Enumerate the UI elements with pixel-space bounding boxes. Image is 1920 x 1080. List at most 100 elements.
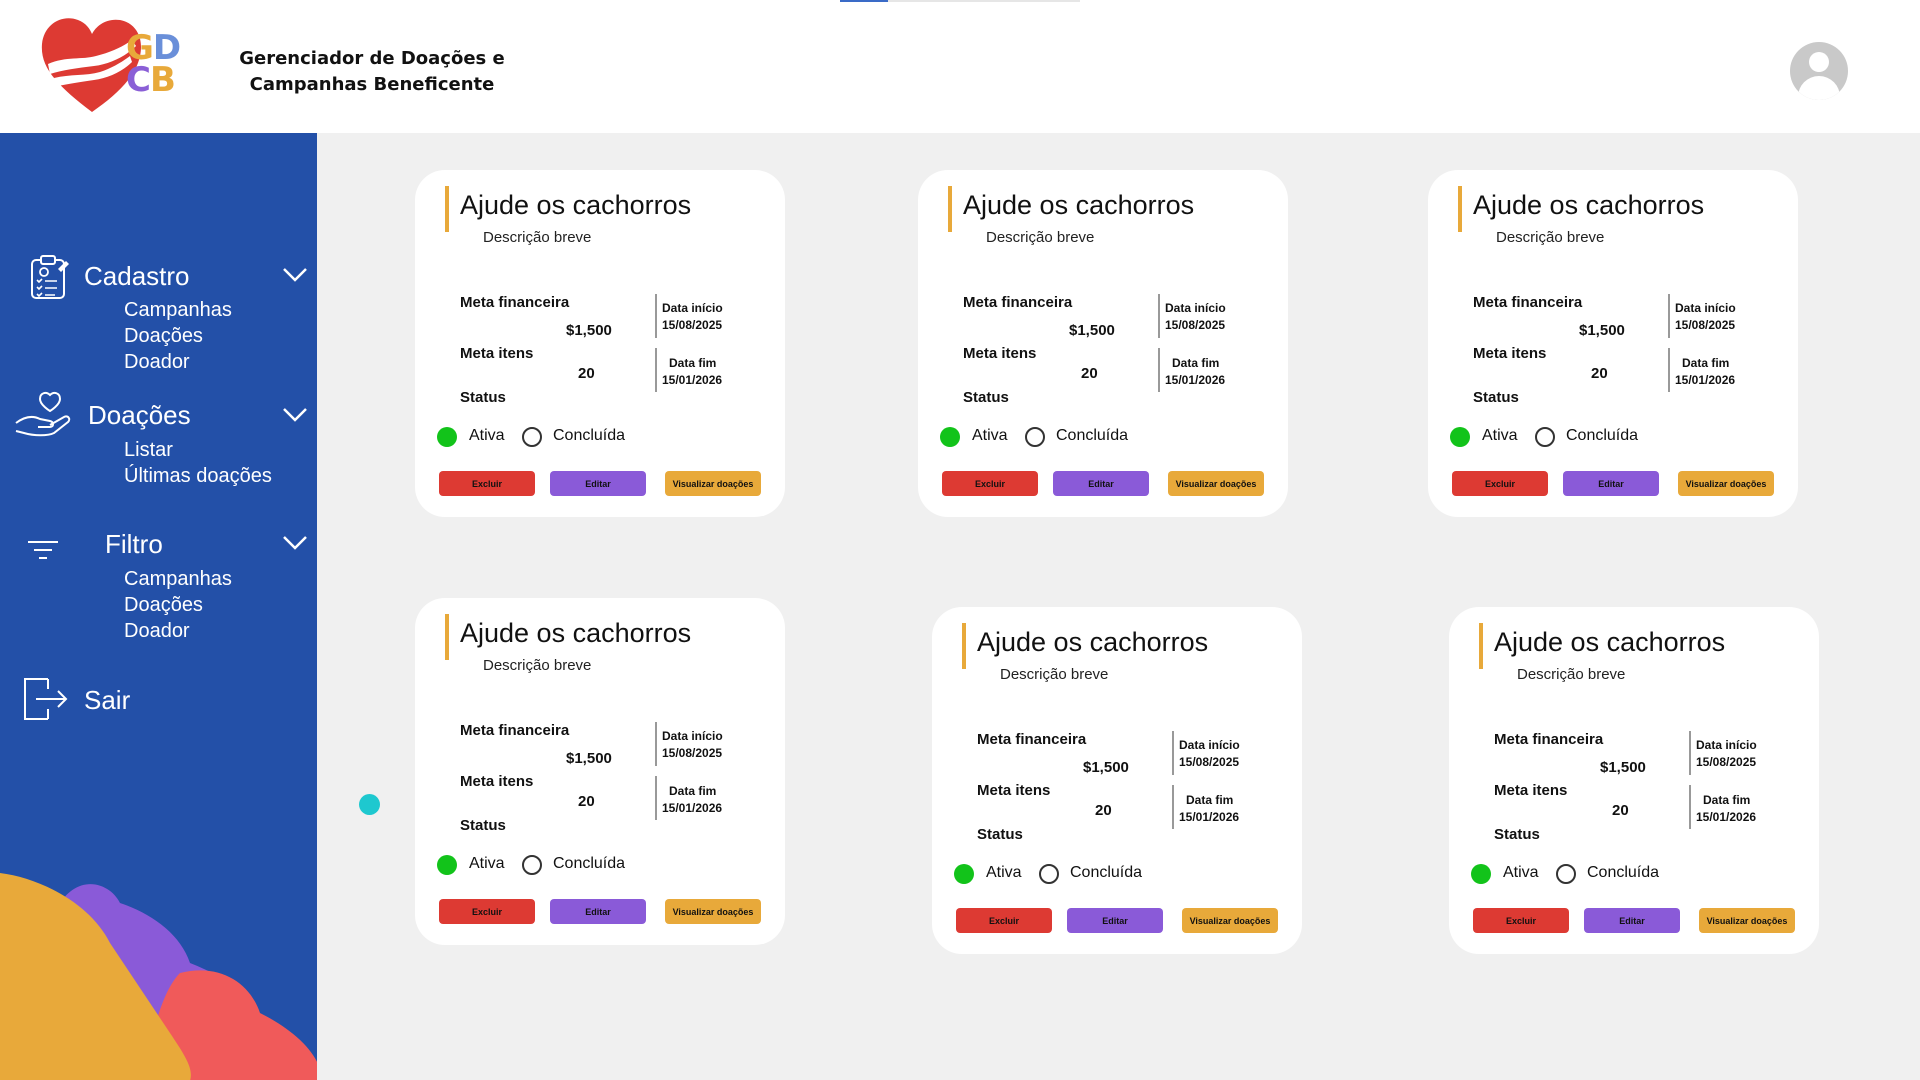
excluir-button[interactable]: Excluir xyxy=(1452,471,1548,496)
editar-button[interactable]: Editar xyxy=(550,899,646,924)
meta-financeira-value: $1,500 xyxy=(566,322,612,339)
divider xyxy=(1172,785,1174,829)
divider xyxy=(655,348,657,392)
meta-financeira-label: Meta financeira xyxy=(977,731,1087,748)
floating-dot xyxy=(359,794,380,815)
editar-button[interactable]: Editar xyxy=(1584,908,1680,933)
radio-ativa[interactable] xyxy=(1450,427,1470,447)
data-inicio-value: 15/08/2025 xyxy=(662,746,723,760)
nav-doacoes-ultimas[interactable]: Últimas doações xyxy=(124,463,272,489)
data-inicio-value: 15/08/2025 xyxy=(1696,755,1757,769)
clipboard-icon xyxy=(31,255,69,299)
radio-ativa[interactable] xyxy=(940,427,960,447)
excluir-button[interactable]: Excluir xyxy=(942,471,1038,496)
meta-financeira-label: Meta financeira xyxy=(460,722,570,739)
campaign-card: Ajude os cachorros Descrição breve Meta … xyxy=(918,170,1288,517)
accent-bar xyxy=(962,623,966,669)
radio-ativa[interactable] xyxy=(1471,864,1491,884)
campaign-card: Ajude os cachorros Descrição breve Meta … xyxy=(1449,607,1819,954)
radio-concluida[interactable] xyxy=(1556,864,1576,884)
editar-button[interactable]: Editar xyxy=(1053,471,1149,496)
divider xyxy=(655,776,657,820)
data-fim-label: Data fim xyxy=(669,356,717,370)
excluir-button[interactable]: Excluir xyxy=(439,471,535,496)
radio-ativa[interactable] xyxy=(954,864,974,884)
visualizar-doacoes-button[interactable]: Visualizar doações xyxy=(665,899,761,924)
visualizar-doacoes-button[interactable]: Visualizar doações xyxy=(665,471,761,496)
nav-doacoes[interactable]: Doações xyxy=(88,400,191,431)
chevron-down-icon[interactable] xyxy=(282,407,308,423)
excluir-button[interactable]: Excluir xyxy=(956,908,1052,933)
card-title: Ajude os cachorros xyxy=(460,190,692,220)
radio-concluida-label: Concluída xyxy=(553,855,626,872)
excluir-button[interactable]: Excluir xyxy=(1473,908,1569,933)
radio-concluida[interactable] xyxy=(522,427,542,447)
accent-bar xyxy=(445,186,449,232)
visualizar-doacoes-button[interactable]: Visualizar doações xyxy=(1699,908,1795,933)
data-inicio-label: Data início xyxy=(662,729,723,743)
data-fim-value: 15/01/2026 xyxy=(1179,810,1240,824)
radio-concluida-label: Concluída xyxy=(1587,864,1660,881)
campaign-card: Ajude os cachorros Descrição breve Meta … xyxy=(415,170,785,517)
data-fim-label: Data fim xyxy=(1172,356,1220,370)
card-description: Descrição breve xyxy=(483,657,592,674)
nav-filtro-campanhas[interactable]: Campanhas xyxy=(124,566,232,592)
filter-icon xyxy=(28,541,58,559)
meta-itens-label: Meta itens xyxy=(1473,345,1547,362)
meta-financeira-value: $1,500 xyxy=(1083,759,1129,776)
data-inicio-label: Data início xyxy=(1696,738,1757,752)
status-label: Status xyxy=(460,389,506,406)
editar-button[interactable]: Editar xyxy=(1067,908,1163,933)
radio-concluida-label: Concluída xyxy=(1566,427,1639,444)
radio-ativa[interactable] xyxy=(437,427,457,447)
card-description: Descrição breve xyxy=(1496,229,1605,246)
card-title: Ajude os cachorros xyxy=(460,618,692,648)
editar-button[interactable]: Editar xyxy=(550,471,646,496)
data-inicio-value: 15/08/2025 xyxy=(1165,318,1226,332)
visualizar-doacoes-button[interactable]: Visualizar doações xyxy=(1182,908,1278,933)
editar-button[interactable]: Editar xyxy=(1563,471,1659,496)
data-inicio-label: Data início xyxy=(1675,301,1736,315)
radio-concluida-label: Concluída xyxy=(1070,864,1143,881)
radio-concluida-label: Concluída xyxy=(1056,427,1129,444)
status-label: Status xyxy=(1494,826,1540,843)
card-description: Descrição breve xyxy=(986,229,1095,246)
radio-concluida[interactable] xyxy=(522,855,542,875)
nav-cadastro-campanhas[interactable]: Campanhas xyxy=(124,297,232,323)
data-fim-value: 15/01/2026 xyxy=(1696,810,1757,824)
nav-doacoes-listar[interactable]: Listar xyxy=(124,437,173,463)
nav-filtro-doacoes[interactable]: Doações xyxy=(124,592,203,618)
nav-cadastro-doador[interactable]: Doador xyxy=(124,349,190,375)
card-description: Descrição breve xyxy=(1000,666,1109,683)
app-title-line2: Campanhas Beneficente xyxy=(249,74,495,95)
nav-filtro[interactable]: Filtro xyxy=(105,529,163,560)
visualizar-doacoes-button[interactable]: Visualizar doações xyxy=(1168,471,1264,496)
data-fim-value: 15/01/2026 xyxy=(662,373,723,387)
data-fim-label: Data fim xyxy=(1703,793,1751,807)
radio-concluida[interactable] xyxy=(1025,427,1045,447)
visualizar-doacoes-button[interactable]: Visualizar doações xyxy=(1678,471,1774,496)
radio-ativa[interactable] xyxy=(437,855,457,875)
chevron-down-icon[interactable] xyxy=(282,535,308,551)
chevron-down-icon[interactable] xyxy=(282,267,308,283)
meta-itens-label: Meta itens xyxy=(963,345,1037,362)
status-label: Status xyxy=(1473,389,1519,406)
radio-concluida[interactable] xyxy=(1535,427,1555,447)
excluir-button[interactable]: Excluir xyxy=(439,899,535,924)
nav-sair[interactable]: Sair xyxy=(84,685,130,716)
nav-cadastro-doacoes[interactable]: Doações xyxy=(124,323,203,349)
campaign-card: Ajude os cachorros Descrição breve Meta … xyxy=(1428,170,1798,517)
radio-concluida[interactable] xyxy=(1039,864,1059,884)
data-inicio-value: 15/08/2025 xyxy=(662,318,723,332)
data-fim-label: Data fim xyxy=(669,784,717,798)
data-inicio-value: 15/08/2025 xyxy=(1179,755,1240,769)
logout-icon[interactable] xyxy=(22,677,70,721)
radio-ativa-label: Ativa xyxy=(469,427,505,444)
meta-financeira-label: Meta financeira xyxy=(460,294,570,311)
nav-cadastro[interactable]: Cadastro xyxy=(84,261,190,292)
status-label: Status xyxy=(963,389,1009,406)
data-inicio-value: 15/08/2025 xyxy=(1675,318,1736,332)
meta-financeira-value: $1,500 xyxy=(1069,322,1115,339)
user-avatar[interactable] xyxy=(1790,42,1848,100)
nav-filtro-doador[interactable]: Doador xyxy=(124,618,190,644)
